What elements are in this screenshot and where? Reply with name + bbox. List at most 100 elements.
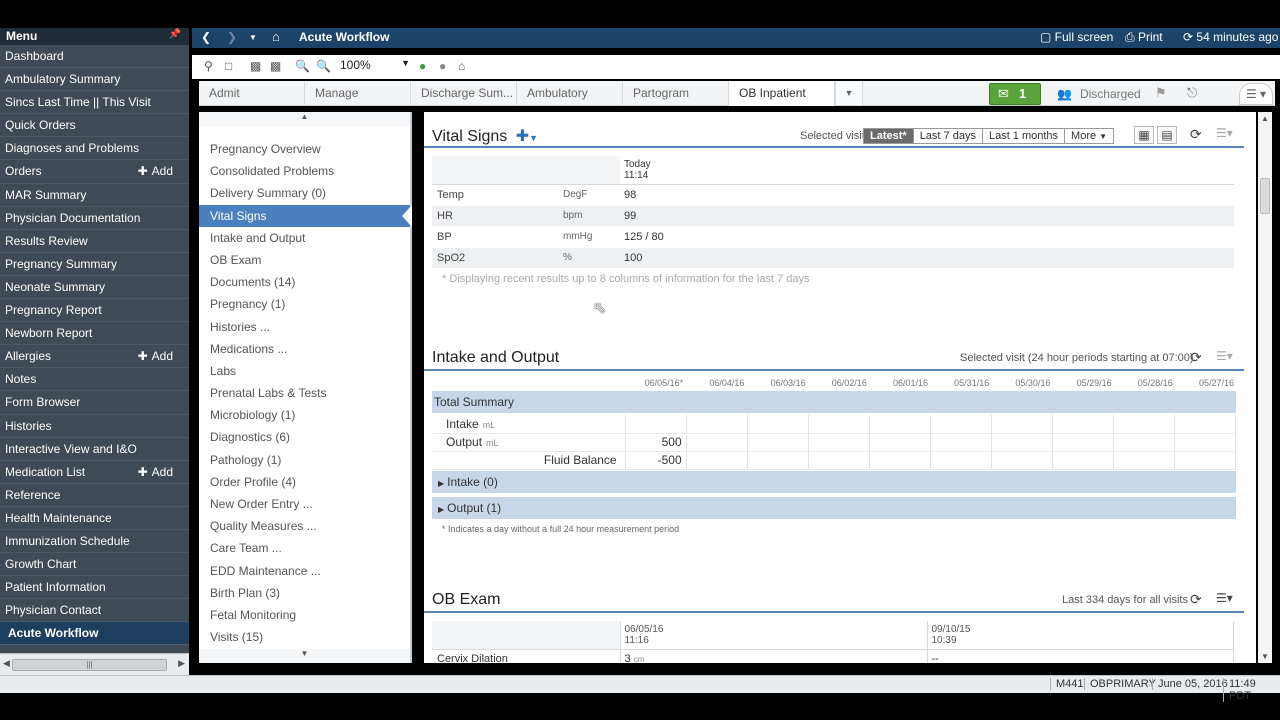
menu-scrollbar[interactable]: ◀ ||| ▶ [0,653,189,675]
pin-icon[interactable]: 📌 [169,29,181,40]
menu-item-20[interactable]: Health Maintenance [0,507,189,530]
tabs-more-dropdown[interactable]: ▼ [835,81,863,106]
menu-item-7[interactable]: Physician Documentation [0,207,189,230]
tab-menu-button[interactable]: ☰ ▾ [1239,83,1273,105]
next-page-icon[interactable]: ▩ [270,59,281,73]
io-date-column[interactable]: 05/27/16 [1175,378,1236,388]
menu-item-18[interactable]: Medication List ✚ Add [0,461,189,484]
table-row[interactable]: Cervix Dilation 3 cm -- [432,649,1234,663]
content-scrollbar[interactable]: ▲ ▼ [1258,112,1272,663]
section-nav-item-7[interactable]: Pregnancy (1) [199,293,410,315]
section-nav-item-19[interactable]: EDD Maintenance ... [199,560,410,582]
menu-item-14[interactable]: Notes [0,368,189,392]
table-row[interactable]: Temp DegF 98 [432,184,1234,206]
tab-discharge-summary[interactable]: Discharge Sum... [411,81,517,106]
menu-item-8[interactable]: Results Review [0,230,189,253]
menu-item-22[interactable]: Growth Chart [0,553,189,577]
section-nav-item-15[interactable]: Order Profile (4) [199,471,410,493]
io-date-column[interactable]: 05/31/16 [930,378,991,388]
list-view-icon[interactable]: ▤ [1157,126,1177,144]
menu-item-0[interactable]: Dashboard [0,45,189,69]
home-icon[interactable]: ⌂ [272,29,280,44]
intake-group-row[interactable]: ▶ Intake (0) [432,471,1236,493]
column-today[interactable]: Today 11:14 [620,156,1234,185]
tab-admit[interactable]: Admit [199,81,305,106]
section-menu-icon[interactable]: ☰▾ [1216,591,1233,605]
binoculars-icon[interactable]: ⚲ [204,59,213,73]
filter-last-1-months[interactable]: Last 1 months [981,128,1066,144]
zoom-out-icon[interactable]: 🔍 [295,59,310,73]
menu-item-2[interactable]: Sincs Last Time || This Visit [0,91,189,115]
section-nav-item-0[interactable]: Pregnancy Overview [199,138,410,160]
tab-partogram[interactable]: Partogram [623,81,729,106]
menu-item-9[interactable]: Pregnancy Summary [0,253,189,276]
menu-item-4[interactable]: Diagnoses and Problems [0,137,189,161]
section-nav-item-3[interactable]: Vital Signs [199,204,412,227]
scroll-left-icon[interactable]: ◀ [3,658,10,669]
add-button[interactable]: ✚ Add [138,160,173,183]
column-2[interactable]: 09/10/15 10:39 [927,621,1234,650]
history-dropdown-icon[interactable]: ▼ [249,33,257,42]
section-nav-item-1[interactable]: Consolidated Problems [199,160,410,182]
menu-item-6[interactable]: MAR Summary [0,184,189,207]
menu-item-12[interactable]: Newborn Report [0,322,189,346]
menu-item-25[interactable]: Acute Workflow [0,622,189,646]
io-date-column[interactable]: 06/01/16 [869,378,930,388]
section-nav-item-14[interactable]: Pathology (1) [199,449,410,471]
filter-latest[interactable]: Latest* [863,128,914,144]
section-menu-icon[interactable]: ☰▾ [1216,126,1233,140]
section-menu-icon[interactable]: ☰▾ [1216,349,1233,363]
grid-view-icon[interactable]: ▦ [1134,126,1154,144]
section-nav-item-2[interactable]: Delivery Summary (0) [199,182,410,204]
go-icon[interactable]: ● [419,59,426,73]
section-nav-item-5[interactable]: OB Exam [199,249,410,271]
exit-icon[interactable]: ⎋ [1187,85,1197,101]
full-screen-button[interactable]: ▢ Full screen [1040,30,1113,44]
scroll-thumb[interactable]: ||| [12,659,167,671]
section-nav-item-11[interactable]: Prenatal Labs & Tests [199,382,410,404]
refresh-icon[interactable]: ⟳ [1190,126,1202,143]
section-nav-item-6[interactable]: Documents (14) [199,271,410,293]
section-nav-item-4[interactable]: Intake and Output [199,227,410,249]
menu-item-5[interactable]: Orders ✚ Add [0,160,189,184]
zoom-in-icon[interactable]: 🔍 [316,59,331,73]
add-button[interactable]: ✚ Add [138,345,173,368]
discharged-status[interactable]: 👥 Discharged [1057,81,1141,106]
menu-item-3[interactable]: Quick Orders [0,114,189,138]
section-nav-item-17[interactable]: Quality Measures ... [199,515,410,537]
stop-icon[interactable]: ● [439,59,446,73]
forward-icon[interactable]: ❯ [227,30,237,44]
menu-item-16[interactable]: Histories [0,415,189,438]
table-row[interactable]: Output mL 500 [432,433,1237,452]
page-icon[interactable]: □ [225,59,232,73]
scroll-right-icon[interactable]: ▶ [178,658,185,669]
section-nav-item-8[interactable]: Histories ... [199,316,410,338]
table-row[interactable]: SpO2% 100 [432,247,1234,269]
refresh-icon[interactable]: ⟳ [1190,349,1202,366]
chevron-down-icon[interactable]: ▼ [529,133,538,143]
add-icon[interactable]: ✚ [516,128,529,145]
io-date-column[interactable]: 06/03/16 [746,378,807,388]
section-nav-item-12[interactable]: Microbiology (1) [199,404,410,426]
refresh-button[interactable]: ⟳ 54 minutes ago [1183,30,1278,44]
column-1[interactable]: 06/05/16 11:16 [620,621,928,650]
scroll-up-icon[interactable]: ▲ [1261,114,1269,123]
filter-more[interactable]: More ▼ [1064,128,1115,144]
menu-item-19[interactable]: Reference [0,484,189,507]
menu-item-13[interactable]: Allergies ✚ Add [0,345,189,369]
back-icon[interactable]: ❮ [201,30,211,44]
io-date-column[interactable]: 05/30/16 [991,378,1052,388]
section-nav-item-13[interactable]: Diagnostics (6) [199,426,410,448]
tab-ambulatory[interactable]: Ambulatory [517,81,623,106]
io-date-column[interactable]: 06/02/16 [808,378,869,388]
scroll-thumb[interactable] [1260,178,1270,214]
tab-manage[interactable]: Manage [305,81,411,106]
scroll-down-icon[interactable]: ▼ [199,649,410,663]
refresh-icon[interactable]: ⟳ [1190,591,1202,608]
prev-page-icon[interactable]: ▩ [250,59,261,73]
tab-ob-inpatient[interactable]: OB Inpatient [729,81,835,106]
scroll-down-icon[interactable]: ▼ [1261,652,1269,661]
io-date-column[interactable]: 05/28/16 [1114,378,1175,388]
section-nav-item-21[interactable]: Fetal Monitoring [199,604,410,626]
io-date-column[interactable]: 06/04/16 [685,378,746,388]
